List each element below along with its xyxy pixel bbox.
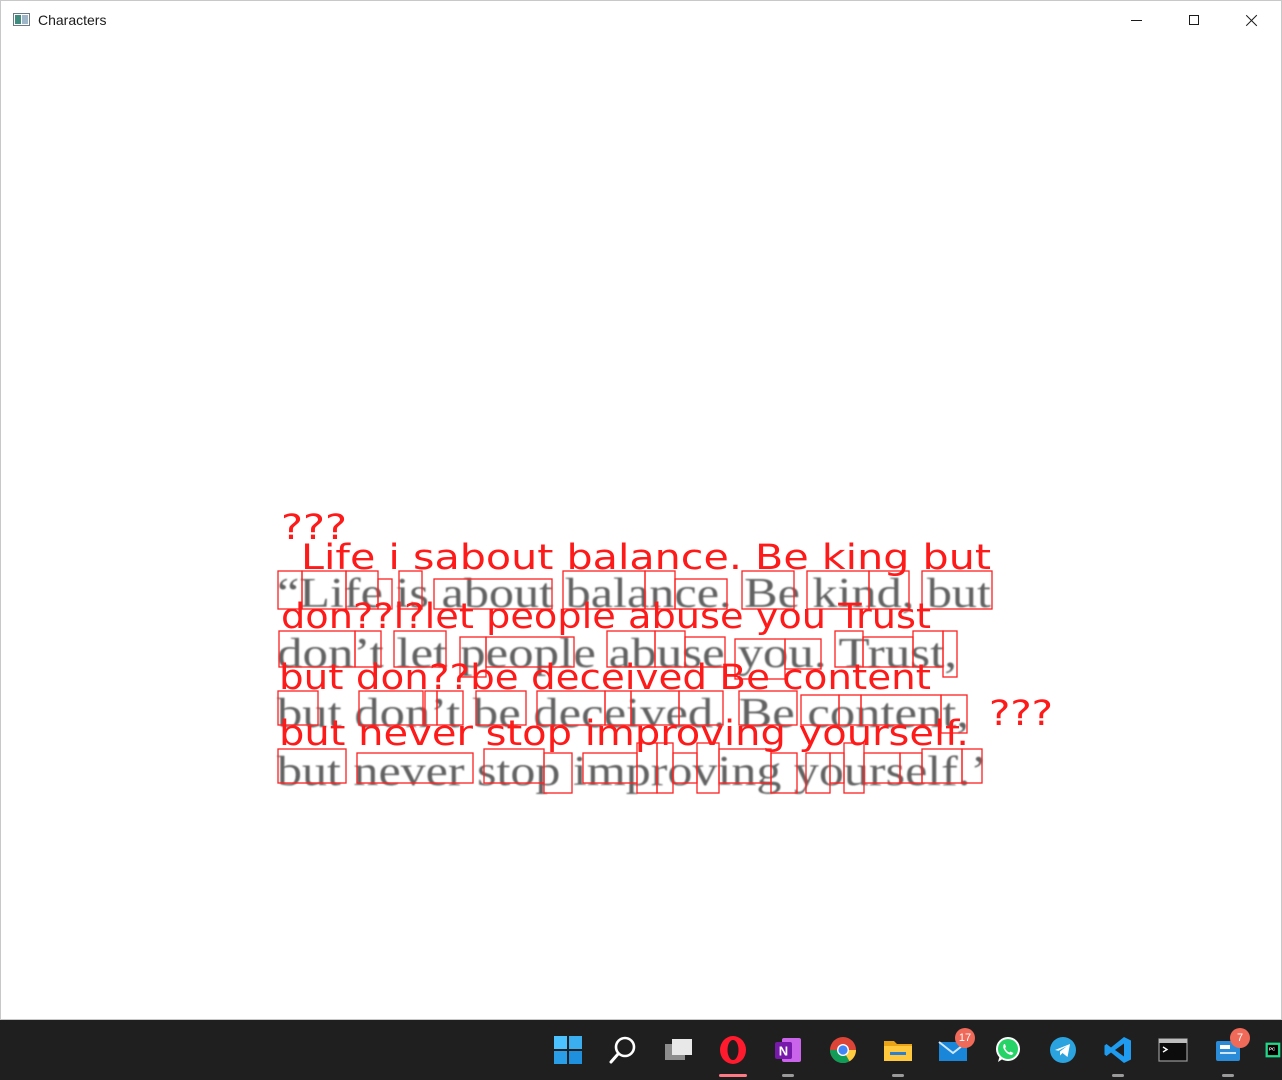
- file-explorer-icon: [884, 1041, 912, 1061]
- recognized-text-line-1: Life i sabout balance. Be king but: [301, 538, 991, 578]
- taskbar-task-view-button[interactable]: [660, 1032, 696, 1068]
- taskbar-mail-button[interactable]: 17: [935, 1028, 975, 1068]
- pycharm-icon-label: PC: [1269, 1047, 1276, 1052]
- chrome-icon: [829, 1037, 857, 1064]
- onenote-icon-label: N: [779, 1044, 788, 1059]
- whatsapp-icon: [996, 1037, 1020, 1062]
- taskbar-onenote-button[interactable]: N: [770, 1032, 806, 1077]
- app-window-icon: [13, 13, 30, 26]
- taskbar-telegram-button[interactable]: [1045, 1032, 1081, 1068]
- minimize-icon: [1130, 19, 1142, 21]
- running-app-indicator: [892, 1074, 904, 1077]
- source-text-line-4: but never stop improving yourself.’: [277, 749, 987, 795]
- taskbar-news-button[interactable]: 7: [1210, 1028, 1250, 1077]
- window-title: Characters: [38, 12, 107, 28]
- title-bar[interactable]: Characters: [1, 1, 1281, 39]
- mail-badge: 17: [955, 1028, 975, 1048]
- close-button[interactable]: [1223, 1, 1281, 39]
- running-app-indicator: [1222, 1074, 1234, 1077]
- taskbar: N 17 7 PC: [0, 1020, 1282, 1080]
- recognized-text-line-4: but never stop improving yourself.: [279, 714, 969, 754]
- close-icon: [1246, 14, 1258, 26]
- minimize-button[interactable]: [1107, 1, 1165, 39]
- running-app-indicator: [782, 1074, 794, 1077]
- pycharm-icon: PC: [1265, 1042, 1281, 1058]
- running-app-indicator: [1112, 1074, 1124, 1077]
- recognized-text-line-3: but don??be deceived Be content: [279, 658, 931, 698]
- taskbar-search-button[interactable]: [605, 1032, 641, 1068]
- recognized-text-line-2: don??l?let people abuse you Trust: [281, 597, 931, 637]
- start-icon: [554, 1036, 582, 1064]
- news-badge: 7: [1230, 1028, 1250, 1048]
- image-canvas: “Life is about balance. Be kind, but don…: [1, 39, 1281, 1019]
- taskbar-vscode-button[interactable]: [1100, 1032, 1136, 1077]
- taskbar-chrome-button[interactable]: [825, 1032, 861, 1068]
- onenote-icon: N: [775, 1038, 801, 1062]
- task-view-icon: [665, 1039, 692, 1060]
- characters-window: Characters “Life is about balance. Be ki…: [0, 0, 1282, 1020]
- search-icon: [609, 1036, 636, 1064]
- maximize-icon: [1189, 15, 1199, 25]
- taskbar-terminal-button[interactable]: [1155, 1032, 1191, 1068]
- ocr-result-image: “Life is about balance. Be kind, but don…: [277, 508, 1053, 795]
- terminal-icon: [1158, 1038, 1188, 1062]
- vscode-icon: [1104, 1037, 1131, 1063]
- opera-icon: [720, 1036, 746, 1064]
- taskbar-start-button[interactable]: [550, 1032, 586, 1068]
- telegram-icon: [1050, 1037, 1076, 1063]
- recognized-text-marker-right: ???: [989, 694, 1053, 734]
- active-app-indicator: [719, 1074, 747, 1077]
- maximize-button[interactable]: [1165, 1, 1223, 39]
- taskbar-file-explorer-button[interactable]: [880, 1032, 916, 1077]
- taskbar-opera-button[interactable]: [715, 1032, 751, 1077]
- taskbar-pycharm-button[interactable]: PC: [1265, 1032, 1282, 1068]
- taskbar-whatsapp-button[interactable]: [990, 1032, 1026, 1068]
